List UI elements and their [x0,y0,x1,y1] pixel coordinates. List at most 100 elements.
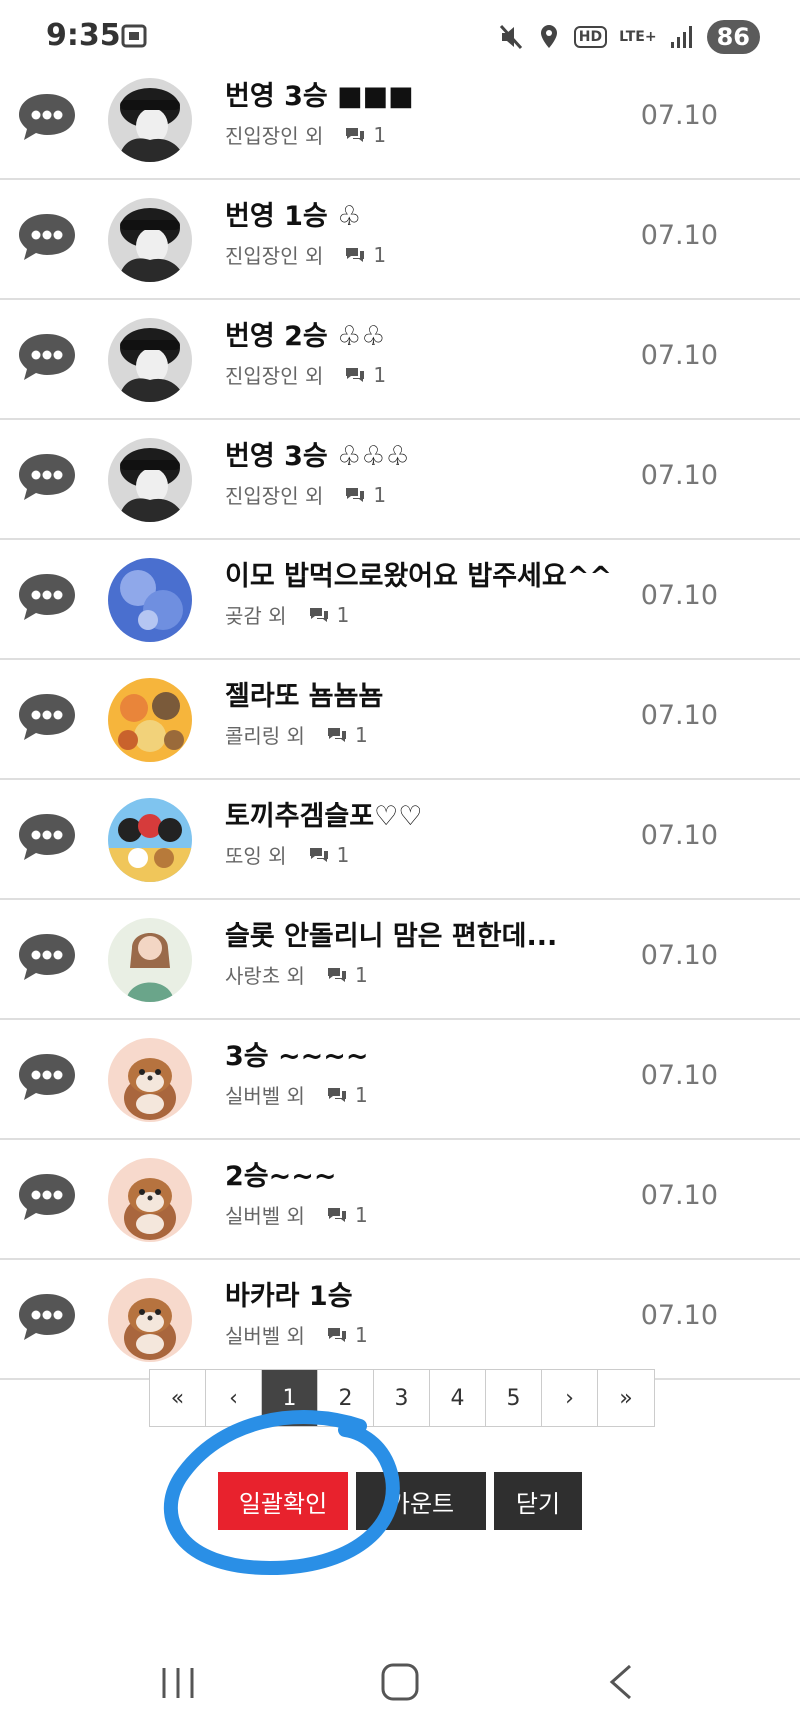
item-title[interactable]: 바카라 1승 [225,1274,353,1313]
item-date: 07.10 [640,220,718,251]
list-item[interactable]: 2승~~~ 실버벨 외 1 07.10 [0,1140,800,1260]
comment-icon [325,1325,349,1345]
item-title[interactable]: 토끼추겜슬포♡♡ [225,794,422,833]
status-bar: 9:35 HD LTE+ 86 [0,0,800,78]
avatar [108,918,192,1002]
comment-icon [343,125,367,145]
item-meta: 진입장인 외 1 [225,360,386,389]
item-meta: 사랑초 외 1 [225,960,368,989]
mute-icon [499,24,522,50]
chat-bubble-icon [16,570,78,624]
list-item[interactable]: 토끼추겜슬포♡♡ 또잉 외 1 07.10 [0,780,800,900]
comment-count: 1 [336,842,350,867]
item-meta: 또잉 외 1 [225,840,349,869]
comment-count: 1 [373,362,387,387]
avatar [108,438,192,522]
chat-bubble-icon [16,1290,78,1344]
item-title[interactable]: 2승~~~ [225,1154,337,1193]
battery-level: 86 [706,20,760,54]
item-author: 또잉 외 [225,844,287,868]
page-first-button[interactable]: « [150,1370,206,1426]
item-author: 실버벨 외 [225,1324,305,1348]
comment-icon [343,485,367,505]
item-author: 사랑초 외 [225,964,305,988]
item-title[interactable]: 번영 3승 ■■■ [225,74,414,113]
pagination: « ‹ 1 2 3 4 5 › » [149,1369,655,1427]
item-meta: 콜리링 외 1 [225,720,368,749]
location-icon [540,25,557,48]
page-last-button[interactable]: » [598,1370,654,1426]
list-item[interactable]: 번영 3승 ♧♧♧ 진입장인 외 1 07.10 [0,420,800,540]
avatar [108,1278,192,1362]
item-author: 실버벨 외 [225,1204,305,1228]
list-item[interactable]: 젤라또 뇸뇸뇸콜리링 외 1 07.10 [0,660,800,780]
chat-bubble-icon [16,1050,78,1104]
item-author: 진입장인 외 [225,244,324,268]
item-title[interactable]: 번영 2승 ♧♧ [225,314,386,353]
avatar [108,198,192,282]
comment-icon [325,725,349,745]
message-list: 번영 3승 ■■■ 진입장인 외 1 07.10 번영 1승 ♧ 진입장인 외 1 07.10… [0,60,800,1380]
item-meta: 실버벨 외 1 [225,1080,368,1109]
comment-icon [325,1205,349,1225]
hd-badge: HD [573,26,608,48]
confirm-all-button[interactable]: 일괄확인 [218,1472,348,1530]
list-item[interactable]: 번영 2승 ♧♧ 진입장인 외 1 07.10 [0,300,800,420]
comment-count: 1 [354,1322,368,1347]
page-button-4[interactable]: 4 [430,1370,486,1426]
item-author: 진입장인 외 [225,484,324,508]
status-time: 9:35 [46,18,121,53]
signal-icon [670,26,692,48]
item-author: 진입장인 외 [225,124,324,148]
page-prev-button[interactable]: ‹ [206,1370,262,1426]
avatar [108,798,192,882]
item-author: 콜리링 외 [225,724,305,748]
screenshot-icon [121,24,147,48]
page-button-3[interactable]: 3 [374,1370,430,1426]
comment-count: 1 [354,1082,368,1107]
page-button-5[interactable]: 5 [486,1370,542,1426]
item-title[interactable]: 이모 밥먹으로왔어요 밥주세요^^ [225,554,612,593]
comment-icon [325,965,349,985]
chat-bubble-icon [16,90,78,144]
comment-count: 1 [354,722,368,747]
item-title[interactable]: 3승 ~~~~ [225,1034,369,1073]
item-date: 07.10 [640,1300,718,1331]
list-item[interactable]: 슬롯 안돌리니 맘은 편한데... 사랑초 외 1 07.10 [0,900,800,1020]
comment-icon [307,845,331,865]
item-author: 실버벨 외 [225,1084,305,1108]
item-date: 07.10 [640,820,718,851]
item-date: 07.10 [640,1060,718,1091]
item-date: 07.10 [640,700,718,731]
item-date: 07.10 [640,460,718,491]
item-meta: 진입장인 외 1 [225,120,386,149]
page-button-2[interactable]: 2 [318,1370,374,1426]
list-item[interactable]: 바카라 1승실버벨 외 1 07.10 [0,1260,800,1380]
item-title[interactable]: 슬롯 안돌리니 맘은 편한데... [225,914,557,953]
back-icon[interactable] [600,1660,644,1704]
comment-count: 1 [354,962,368,987]
recent-apps-icon[interactable] [156,1660,200,1704]
item-title[interactable]: 젤라또 뇸뇸뇸 [225,674,383,713]
comment-count: 1 [354,1202,368,1227]
home-icon[interactable] [378,1660,422,1704]
network-type: LTE+ [619,29,657,45]
list-item[interactable]: 3승 ~~~~ 실버벨 외 1 07.10 [0,1020,800,1140]
page-next-button[interactable]: › [542,1370,598,1426]
list-item[interactable]: 번영 3승 ■■■ 진입장인 외 1 07.10 [0,60,800,180]
item-title[interactable]: 번영 3승 ♧♧♧ [225,434,410,473]
account-button[interactable]: 카운트 [356,1472,486,1530]
page-button-1[interactable]: 1 [262,1370,318,1426]
close-button[interactable]: 닫기 [494,1472,582,1530]
item-author: 진입장인 외 [225,364,324,388]
list-item[interactable]: 번영 1승 ♧ 진입장인 외 1 07.10 [0,180,800,300]
item-meta: 진입장인 외 1 [225,240,386,269]
avatar [108,1158,192,1242]
list-item[interactable]: 이모 밥먹으로왔어요 밥주세요^^ 곶감 외 1 07.10 [0,540,800,660]
item-author: 곶감 외 [225,604,287,628]
status-icons: HD LTE+ 86 [498,20,760,54]
item-title[interactable]: 번영 1승 ♧ [225,194,361,233]
comment-count: 1 [373,482,387,507]
item-date: 07.10 [640,940,718,971]
item-date: 07.10 [640,1180,718,1211]
